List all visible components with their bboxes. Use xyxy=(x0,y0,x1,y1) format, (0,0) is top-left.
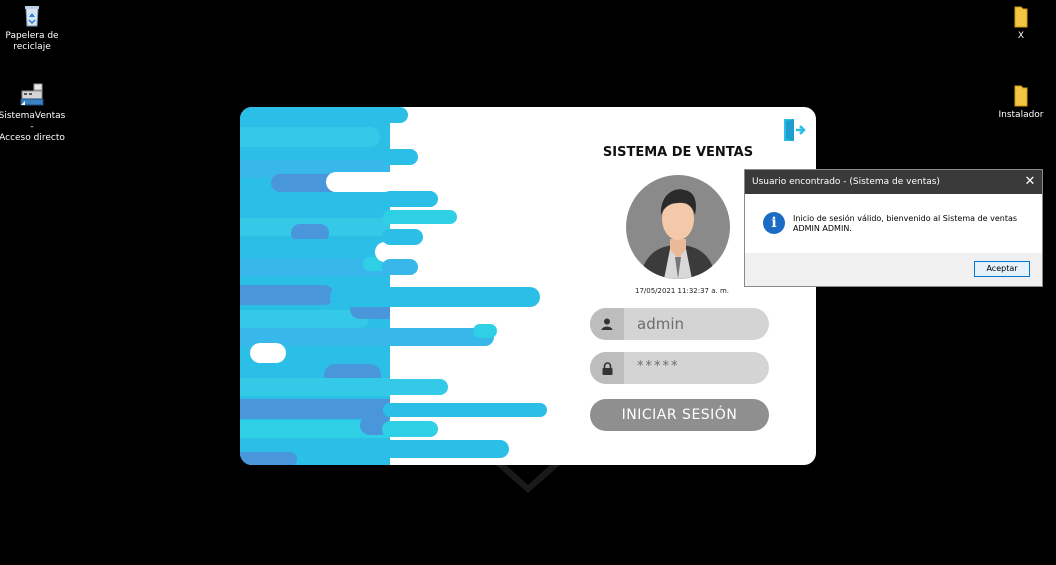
folder-icon xyxy=(1014,85,1028,107)
user-icon xyxy=(590,308,624,340)
desktop-icon-sistemaventas[interactable]: SistemaVentas - Acceso directo xyxy=(0,82,68,144)
desktop-icon-folder-x[interactable]: X xyxy=(985,6,1056,42)
decorative-wave-art xyxy=(240,107,570,465)
info-icon: i xyxy=(763,212,785,234)
login-button[interactable]: INICIAR SESIÓN xyxy=(590,399,769,431)
user-avatar-icon xyxy=(640,189,716,279)
dialog-titlebar: Usuario encontrado - (Sistema de ventas)… xyxy=(745,170,1042,194)
password-field[interactable]: ***** xyxy=(590,352,769,384)
dialog-message: Inicio de sesión válido, bienvenido al S… xyxy=(793,214,1033,234)
dialog-message-line1: Inicio de sesión válido, bienvenido al S… xyxy=(793,214,1018,223)
cash-register-icon xyxy=(20,83,44,106)
password-input[interactable]: ***** xyxy=(637,352,680,384)
ok-button[interactable]: Aceptar xyxy=(974,261,1030,277)
recycle-bin-label: Papelera de reciclaje xyxy=(5,31,59,52)
folder-instalador-label: Instalador xyxy=(998,110,1044,120)
recycle-bin-icon xyxy=(25,6,39,27)
app-title: SISTEMA DE VENTAS xyxy=(602,145,754,160)
sistemaventas-label: SistemaVentas - Acceso directo xyxy=(0,111,66,143)
dialog-title: Usuario encontrado - (Sistema de ventas) xyxy=(752,177,940,187)
username-input[interactable]: admin xyxy=(637,308,684,340)
lock-icon xyxy=(590,352,624,384)
folder-x-label: X xyxy=(1017,31,1025,41)
close-icon[interactable]: ✕ xyxy=(1018,170,1042,194)
desktop-icon-folder-instalador[interactable]: Instalador xyxy=(985,85,1056,121)
window-shadow xyxy=(496,465,560,493)
folder-icon xyxy=(1014,6,1028,28)
message-dialog: Usuario encontrado - (Sistema de ventas)… xyxy=(744,169,1043,287)
login-window: SISTEMA DE VENTAS 17/05/2021 11:32:37 a.… xyxy=(240,107,816,465)
exit-icon[interactable] xyxy=(782,117,808,143)
desktop-icon-recycle-bin[interactable]: Papelera de reciclaje xyxy=(0,4,68,53)
dialog-message-line2: ADMIN ADMIN. xyxy=(793,224,852,233)
username-field[interactable]: admin xyxy=(590,308,769,340)
dialog-body: i Inicio de sesión válido, bienvenido al… xyxy=(745,194,1042,254)
user-avatar xyxy=(626,175,730,279)
dialog-footer: Aceptar xyxy=(745,253,1042,286)
datetime-label: 17/05/2021 11:32:37 a. m. xyxy=(634,287,730,295)
